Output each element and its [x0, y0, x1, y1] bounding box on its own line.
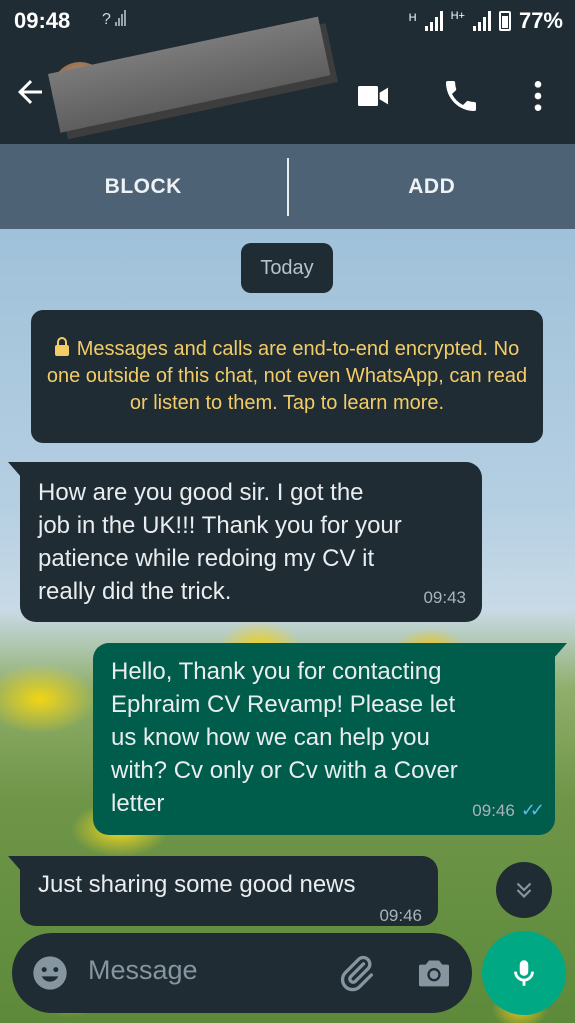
signal-bars-icon — [424, 11, 443, 31]
chat-header — [0, 16, 575, 144]
scroll-to-bottom-button[interactable] — [496, 862, 552, 918]
bubble-tail — [8, 856, 22, 872]
block-button[interactable]: BLOCK — [0, 175, 287, 199]
encryption-notice-text: Messages and calls are end-to-end encryp… — [46, 338, 528, 414]
read-ticks-icon: ✓✓ — [520, 800, 545, 820]
encryption-notice[interactable]: Messages and calls are end-to-end encryp… — [31, 310, 543, 443]
unknown-contact-actions: BLOCK ADD — [0, 144, 575, 229]
battery-percent: 77% — [518, 8, 563, 33]
paperclip-icon[interactable] — [336, 953, 376, 993]
message-time: 09:46 — [472, 801, 515, 820]
network-h-label: H — [408, 12, 417, 24]
camera-icon[interactable] — [414, 953, 454, 993]
double-chevron-down-icon — [516, 882, 532, 899]
message-composer[interactable]: Message — [12, 933, 472, 1013]
message-text: Just sharing some good news — [38, 871, 356, 898]
add-contact-button[interactable]: ADD — [289, 175, 575, 199]
status-time: 09:48 — [14, 8, 71, 33]
arrow-left-icon[interactable] — [12, 74, 48, 110]
signal-unknown-icon: ? — [102, 10, 127, 29]
message-meta: 09:46 ✓✓ — [472, 794, 545, 827]
message-text: How are you good sir. I got the job in t… — [38, 479, 402, 605]
message-input[interactable]: Message — [88, 955, 198, 986]
microphone-icon — [514, 960, 534, 986]
signal-bars-icon — [472, 11, 491, 31]
voice-message-button[interactable] — [482, 931, 566, 1015]
network-hplus-label: H+ — [450, 10, 465, 22]
bubble-tail — [553, 643, 567, 659]
video-call-icon[interactable] — [353, 76, 393, 116]
phone-icon[interactable] — [441, 76, 481, 116]
message-time: 09:46 — [379, 906, 422, 925]
signal-unknown-text: ? — [102, 11, 111, 28]
battery-icon — [498, 11, 511, 31]
date-chip: Today — [241, 243, 333, 293]
message-incoming[interactable]: Just sharing some good news 09:46 — [8, 856, 438, 926]
bubble-tail — [8, 462, 22, 478]
lock-icon — [54, 337, 69, 356]
message-incoming[interactable]: How are you good sir. I got the job in t… — [8, 462, 482, 622]
message-time: 09:43 — [423, 588, 466, 607]
more-vert-icon[interactable] — [518, 76, 558, 116]
message-outgoing[interactable]: Hello, Thank you for contacting Ephraim … — [93, 643, 567, 835]
emoji-icon[interactable] — [30, 953, 70, 993]
